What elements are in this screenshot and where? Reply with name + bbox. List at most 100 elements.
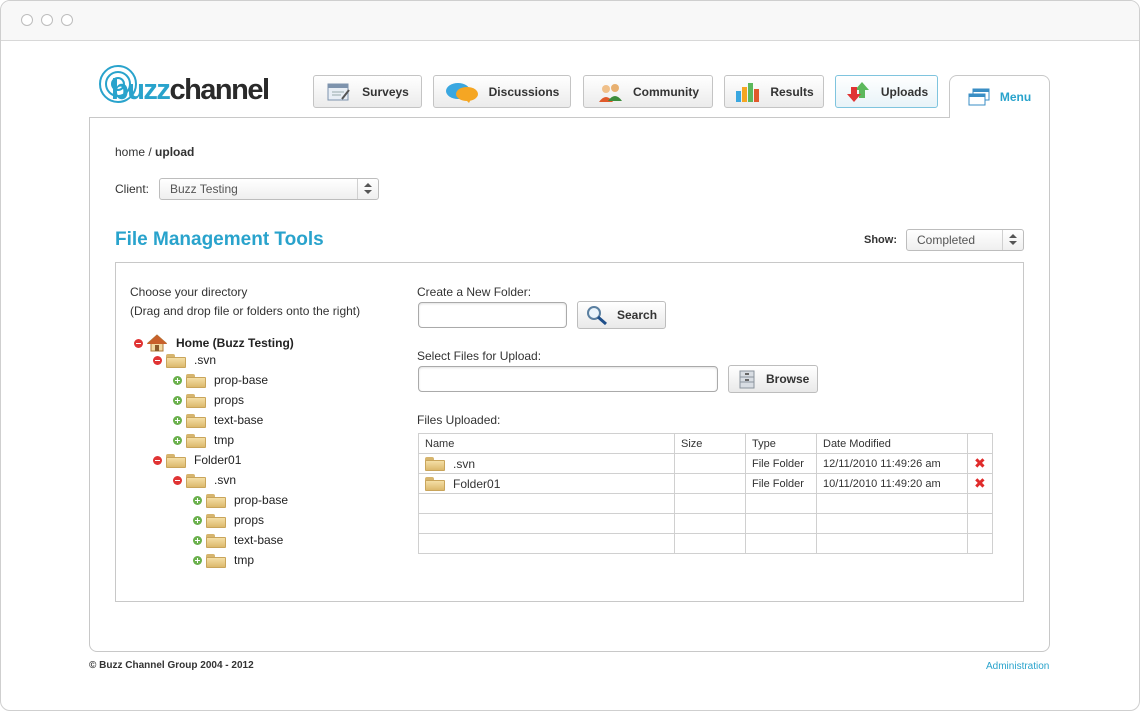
menu-tab[interactable]: Menu: [949, 75, 1050, 118]
tree-folder[interactable]: tmp: [173, 431, 234, 449]
page-title: File Management Tools: [115, 229, 324, 250]
folder-icon: [186, 413, 206, 428]
expand-icon[interactable]: [193, 535, 202, 545]
bar-chart-icon: [734, 81, 760, 103]
table-row[interactable]: Folder01 File Folder 10/11/2010 11:49:20…: [418, 473, 993, 494]
tree-folder[interactable]: props: [173, 391, 244, 409]
folder-icon: [206, 553, 226, 568]
tree-folder-label: props: [234, 513, 265, 527]
file-size: [674, 473, 746, 494]
collapse-icon[interactable]: [134, 338, 143, 348]
empty-table-row: [418, 493, 993, 514]
tab-community[interactable]: Community: [583, 75, 713, 108]
collapse-icon[interactable]: [153, 455, 162, 465]
file-date: 10/11/2010 11:49:20 am: [816, 473, 968, 494]
tree-folder-label: tmp: [234, 553, 255, 567]
column-header-name[interactable]: Name: [418, 433, 675, 454]
expand-icon[interactable]: [193, 555, 202, 565]
delete-icon[interactable]: ✖: [967, 473, 993, 494]
close-window-button[interactable]: [21, 14, 33, 26]
new-folder-input[interactable]: [418, 302, 567, 328]
tree-folder-label: prop-base: [234, 493, 289, 507]
file-name: .svn: [453, 456, 476, 471]
select-arrows-icon: [1002, 230, 1023, 250]
tab-surveys-label: Surveys: [362, 84, 409, 99]
file-size: [674, 453, 746, 474]
window-titlebar: [1, 1, 1139, 41]
tab-discussions[interactable]: Discussions: [433, 75, 571, 108]
column-header-type[interactable]: Type: [745, 433, 817, 454]
copyright: © Buzz Channel Group 2004 - 2012: [89, 660, 254, 671]
tree-folder[interactable]: props: [193, 511, 264, 529]
directory-hint: (Drag and drop file or folders onto the …: [130, 304, 361, 318]
tree-folder[interactable]: Folder01: [153, 451, 241, 469]
show-select[interactable]: Completed: [906, 229, 1024, 251]
tab-uploads[interactable]: Uploads: [835, 75, 938, 108]
folder-icon: [425, 476, 445, 491]
search-button-label: Search: [617, 308, 658, 322]
logo-wordmark: buzzchannel: [111, 74, 270, 107]
tree-folder-label: prop-base: [214, 373, 269, 387]
expand-icon[interactable]: [193, 495, 202, 505]
file-cabinet-icon: [737, 369, 757, 389]
column-header-actions: [967, 433, 993, 454]
folder-icon: [186, 433, 206, 448]
administration-link[interactable]: Administration: [986, 661, 1049, 672]
upload-file-input[interactable]: [418, 366, 718, 392]
client-label: Client:: [115, 182, 150, 196]
buzzchannel-logo[interactable]: buzzchannel: [98, 64, 278, 108]
table-header-row: Name Size Type Date Modified: [418, 433, 993, 454]
tree-folder[interactable]: text-base: [193, 531, 283, 549]
tree-folder-label: Folder01: [194, 453, 242, 467]
expand-icon[interactable]: [173, 375, 182, 385]
expand-icon[interactable]: [173, 395, 182, 405]
show-select-value: Completed: [917, 233, 976, 247]
folder-icon: [206, 513, 226, 528]
show-label: Show:: [864, 234, 897, 246]
zoom-window-button[interactable]: [61, 14, 73, 26]
tree-root[interactable]: Home (Buzz Testing): [134, 334, 294, 352]
empty-table-row: [418, 533, 993, 554]
tree-folder[interactable]: text-base: [173, 411, 263, 429]
file-name: Folder01: [453, 476, 501, 491]
tree-folder[interactable]: .svn: [173, 471, 236, 489]
expand-icon[interactable]: [173, 415, 182, 425]
tree-folder[interactable]: prop-base: [173, 371, 268, 389]
minimize-window-button[interactable]: [41, 14, 53, 26]
tree-folder-label: .svn: [194, 353, 217, 367]
logo-buzz: buzz: [111, 74, 171, 106]
files-uploaded-label: Files Uploaded:: [417, 413, 501, 427]
column-header-size[interactable]: Size: [674, 433, 746, 454]
file-date: 12/11/2010 11:49:26 am: [816, 453, 968, 474]
breadcrumb-home[interactable]: home: [115, 145, 145, 159]
tab-results[interactable]: Results: [724, 75, 824, 108]
tab-surveys[interactable]: Surveys: [313, 75, 422, 108]
tab-discussions-label: Discussions: [488, 84, 560, 99]
folder-icon: [166, 353, 186, 368]
survey-icon: [326, 81, 352, 103]
tree-folder[interactable]: prop-base: [193, 491, 288, 509]
expand-icon[interactable]: [193, 515, 202, 525]
home-icon: [146, 334, 168, 352]
tree-folder[interactable]: tmp: [193, 551, 254, 569]
client-select[interactable]: Buzz Testing: [159, 178, 379, 200]
table-row[interactable]: .svn File Folder 12/11/2010 11:49:26 am …: [418, 453, 993, 474]
tree-folder[interactable]: .svn: [153, 351, 216, 369]
files-table: Name Size Type Date Modified .svn File F…: [418, 433, 993, 554]
magnifier-icon: [586, 305, 608, 326]
tab-community-label: Community: [633, 84, 699, 99]
select-arrows-icon: [357, 179, 378, 199]
collapse-icon[interactable]: [153, 355, 162, 365]
speech-bubbles-icon: [445, 81, 479, 103]
column-header-date[interactable]: Date Modified: [816, 433, 968, 454]
menu-label: Menu: [999, 90, 1032, 104]
delete-icon[interactable]: ✖: [967, 453, 993, 474]
collapse-icon[interactable]: [173, 475, 182, 485]
search-button[interactable]: Search: [577, 301, 666, 329]
browse-button[interactable]: Browse: [728, 365, 818, 393]
tab-uploads-label: Uploads: [880, 84, 929, 99]
tree-folder-label: text-base: [214, 413, 264, 427]
expand-icon[interactable]: [173, 435, 182, 445]
tree-folder-label: text-base: [234, 533, 284, 547]
tree-root-label: Home (Buzz Testing): [176, 336, 294, 350]
